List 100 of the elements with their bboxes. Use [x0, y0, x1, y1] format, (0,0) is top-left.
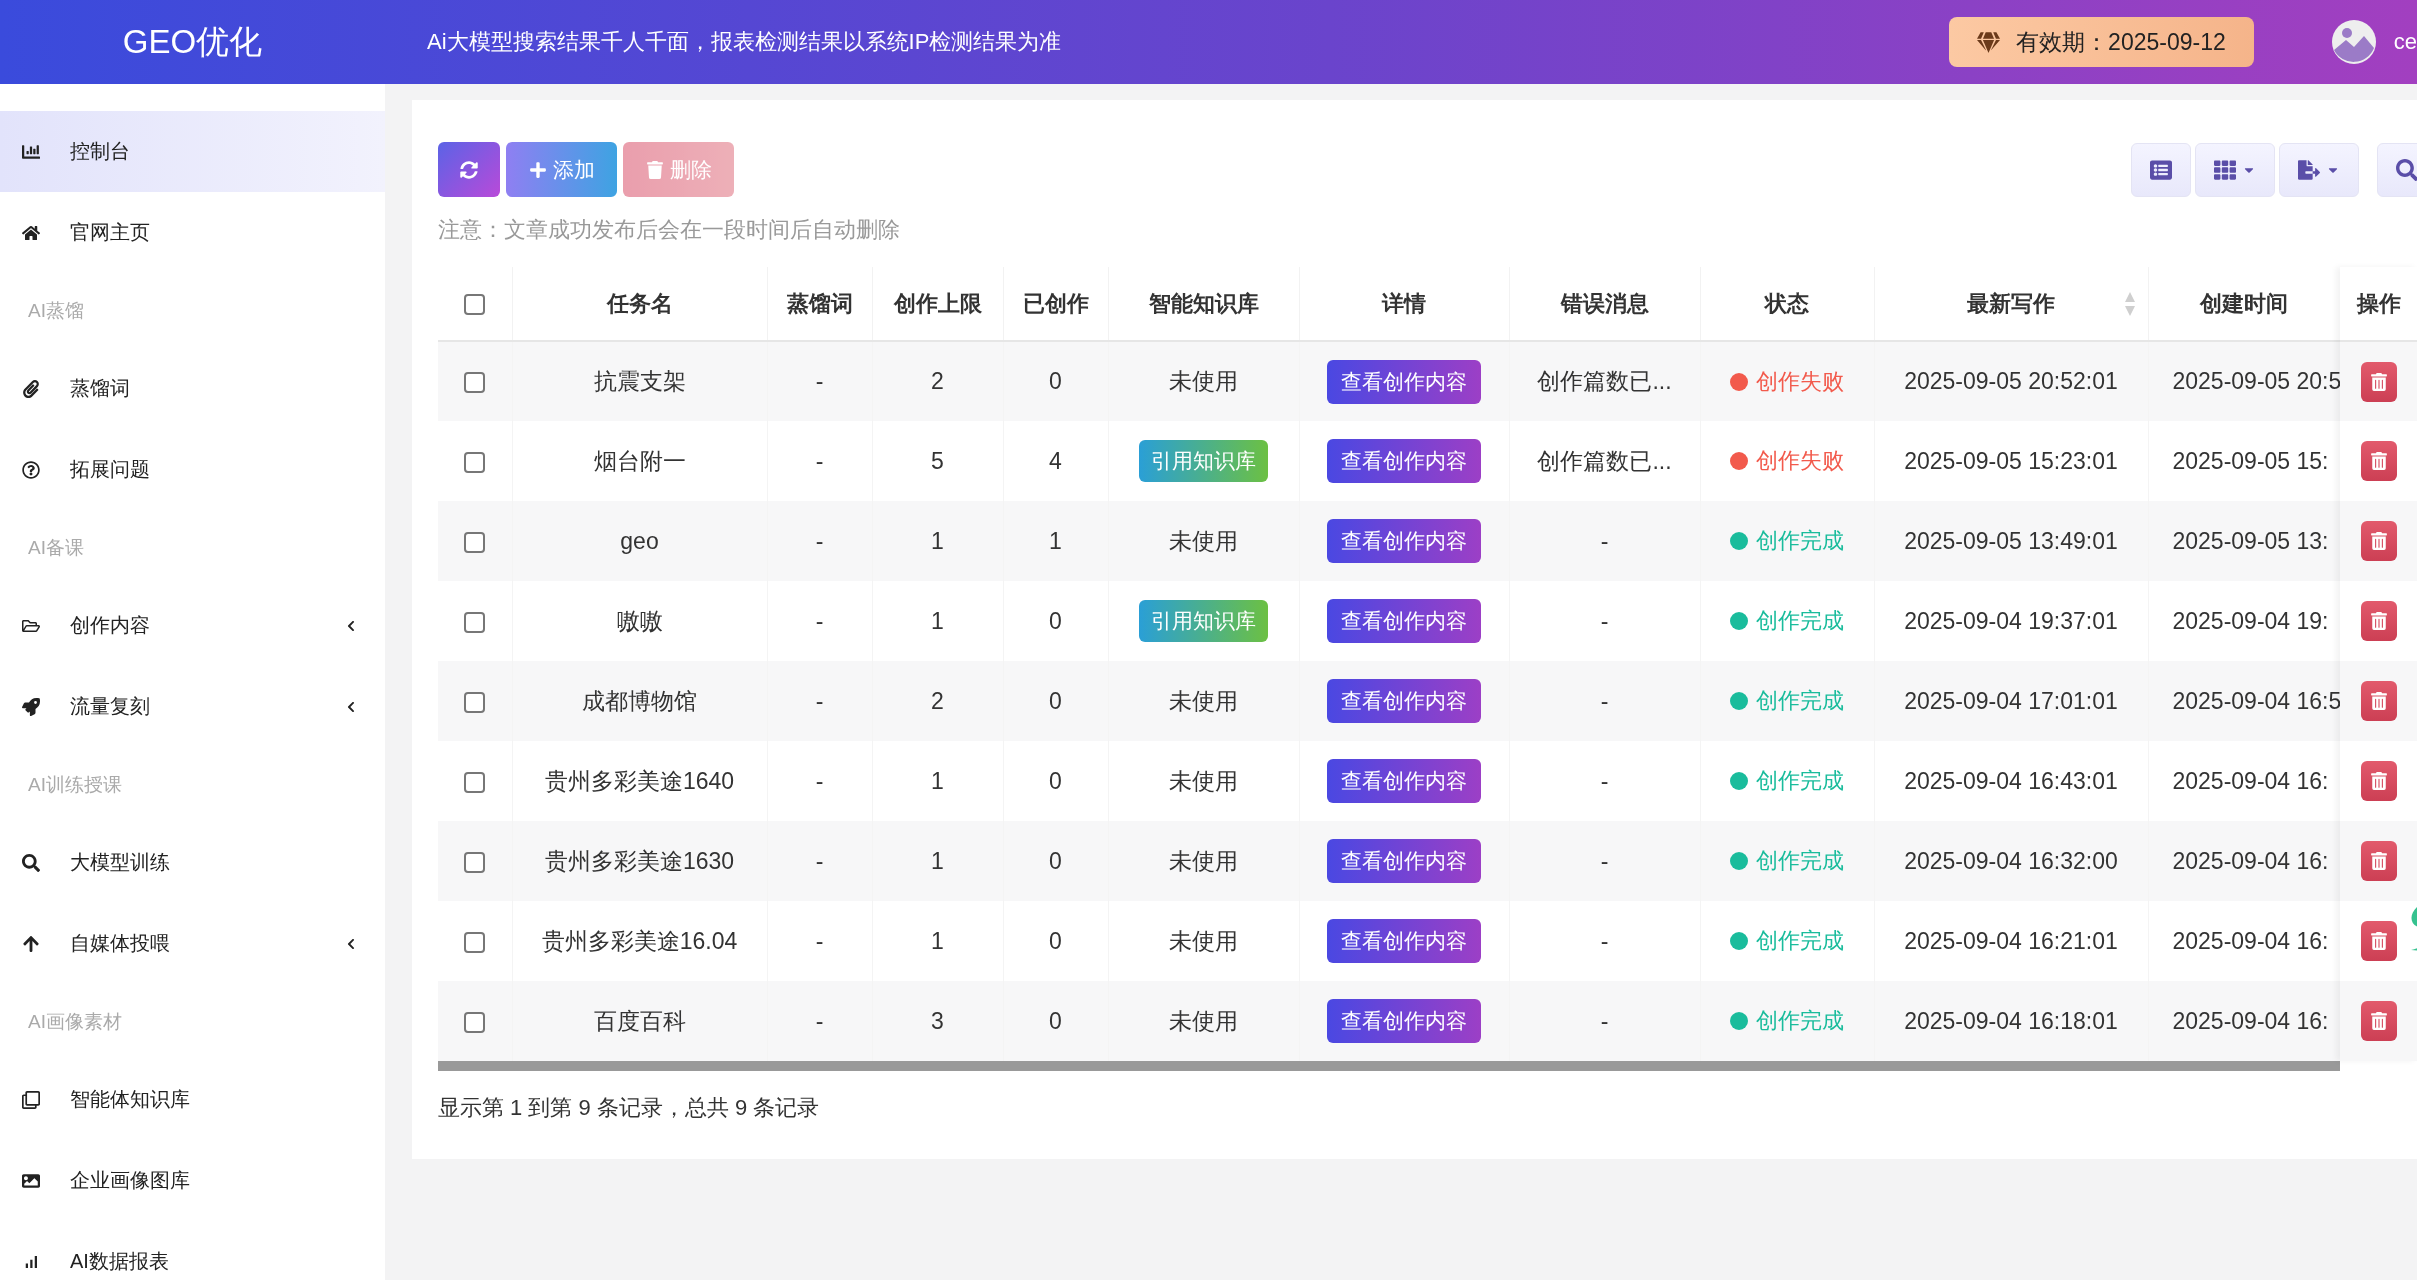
sidebar-item[interactable]: 官网主页: [0, 192, 385, 273]
sidebar-item-label: 蒸馏词: [70, 376, 131, 401]
view-content-button[interactable]: 查看创作内容: [1327, 919, 1481, 963]
sidebar-item-label: AI数据报表: [70, 1249, 170, 1274]
sidebar-item[interactable]: 流量复刻: [0, 666, 385, 747]
home-icon: [22, 223, 40, 242]
search-icon: [2396, 158, 2417, 181]
view-content-button[interactable]: 查看创作内容: [1327, 839, 1481, 883]
status-text: 创作完成: [1756, 687, 1844, 715]
trash-icon: [2369, 852, 2388, 870]
knowledge-tag: 引用知识库: [1139, 440, 1268, 482]
copy-icon: [22, 1090, 40, 1109]
bar-chart-icon: [22, 142, 40, 161]
sidebar-item[interactable]: 创作内容: [0, 585, 385, 666]
sidebar-section-label: AI训练授课: [27, 772, 123, 797]
image-icon: [22, 1171, 40, 1190]
export-button[interactable]: [2279, 142, 2359, 197]
row-delete-button[interactable]: [2360, 441, 2397, 481]
trash-icon: [2369, 372, 2388, 391]
status-text: 创作完成: [1756, 1007, 1844, 1035]
grid-icon: [2214, 158, 2236, 181]
sidebar-item-label: 官网主页: [70, 220, 151, 245]
notice-text: Ai大模型搜索结果千人千面，报表检测结果以系统IP检测结果为准: [427, 28, 1063, 56]
row-checkbox[interactable]: [464, 931, 486, 953]
row-delete-button[interactable]: [2360, 681, 2397, 721]
sidebar-item-label: 自媒体投喂: [70, 931, 171, 956]
row-delete-button[interactable]: [2360, 841, 2397, 881]
trash-icon: [2369, 1012, 2388, 1030]
sidebar-item[interactable]: AI数据报表: [0, 1221, 385, 1280]
view-content-button[interactable]: 查看创作内容: [1327, 439, 1481, 483]
view-content-button[interactable]: 查看创作内容: [1327, 999, 1481, 1043]
row-checkbox[interactable]: [464, 451, 486, 473]
rocket-icon: [22, 697, 40, 716]
row-checkbox[interactable]: [464, 771, 486, 793]
knowledge-text: 未使用: [1169, 368, 1238, 394]
list-icon: [2150, 158, 2172, 181]
view-content-button[interactable]: 查看创作内容: [1327, 759, 1481, 803]
sidebar-section-label: AI备课: [27, 535, 85, 560]
row-checkbox[interactable]: [464, 372, 486, 394]
row-delete-button[interactable]: [2360, 761, 2397, 801]
search-icon: [22, 853, 40, 872]
status-text: 创作失败: [1756, 447, 1844, 475]
knowledge-text: 未使用: [1169, 927, 1238, 954]
status-text: 创作完成: [1756, 607, 1844, 635]
sidebar-item[interactable]: 企业画像图库: [0, 1140, 385, 1221]
trash-icon: [2369, 612, 2388, 630]
row-checkbox[interactable]: [464, 611, 486, 633]
sidebar-item-label: 流量复刻: [70, 694, 151, 719]
note-text: 注意：文章成功发布后会在一段时间后自动删除: [438, 216, 901, 244]
refresh-icon: [460, 160, 478, 179]
knowledge-text: 未使用: [1169, 687, 1238, 714]
export-icon: [2298, 158, 2320, 181]
pagination-info: 显示第 1 到第 9 条记录，总共 9 条记录: [438, 1094, 821, 1122]
trash-icon: [2369, 692, 2388, 710]
view-content-button[interactable]: 查看创作内容: [1327, 519, 1481, 563]
paperclip-icon: [22, 379, 40, 398]
knowledge-tag: 引用知识库: [1139, 600, 1268, 642]
status-text: 创作完成: [1756, 927, 1844, 955]
plus-icon: [528, 160, 547, 179]
knowledge-text: 未使用: [1169, 767, 1238, 794]
sidebar-item[interactable]: 智能体知识库: [0, 1059, 385, 1140]
view-content-button[interactable]: 查看创作内容: [1327, 359, 1481, 404]
row-delete-button[interactable]: [2360, 361, 2397, 402]
sidebar-item[interactable]: 控制台: [0, 111, 385, 192]
sidebar-item-label: 企业画像图库: [70, 1168, 191, 1193]
columns-button[interactable]: [2195, 142, 2275, 197]
view-content-button[interactable]: 查看创作内容: [1327, 599, 1481, 643]
question-icon: [22, 460, 40, 479]
row-delete-button[interactable]: [2360, 601, 2397, 641]
app-logo: GEO优化: [121, 21, 264, 62]
refresh-button[interactable]: [438, 142, 500, 197]
view-content-button[interactable]: 查看创作内容: [1327, 679, 1481, 723]
select-all-checkbox[interactable]: [464, 294, 486, 316]
sidebar-item[interactable]: 拓展问题: [0, 429, 385, 510]
trash-icon: [2369, 452, 2388, 470]
row-delete-button[interactable]: [2360, 1001, 2397, 1041]
row-delete-button[interactable]: [2360, 521, 2397, 561]
sidebar-item-label: 大模型训练: [70, 850, 171, 875]
row-delete-button[interactable]: [2360, 921, 2397, 961]
sidebar-item[interactable]: 蒸馏词: [0, 348, 385, 429]
sidebar-item-label: 控制台: [70, 139, 131, 164]
avatar-icon[interactable]: [2331, 20, 2376, 64]
knowledge-text: 未使用: [1169, 527, 1238, 554]
trash-icon: [2369, 932, 2388, 950]
table-view-button[interactable]: [2131, 142, 2191, 197]
trash-icon: [2369, 532, 2388, 550]
sidebar-item[interactable]: 大模型训练: [0, 822, 385, 903]
sidebar-item-label: 智能体知识库: [70, 1087, 191, 1112]
horizontal-scrollbar[interactable]: [438, 1061, 2340, 1071]
row-checkbox[interactable]: [464, 851, 486, 873]
user-name[interactable]: ce: [2393, 29, 2417, 55]
knowledge-text: 未使用: [1169, 847, 1238, 874]
status-text: 创作完成: [1756, 527, 1844, 555]
status-text: 创作失败: [1756, 367, 1844, 396]
row-checkbox[interactable]: [464, 691, 486, 713]
sidebar-section-label: AI蒸馏: [27, 298, 85, 323]
sidebar-item-label: 创作内容: [70, 613, 151, 638]
row-checkbox[interactable]: [464, 1011, 486, 1033]
row-checkbox[interactable]: [464, 531, 486, 553]
sidebar-item[interactable]: 自媒体投喂: [0, 903, 385, 984]
